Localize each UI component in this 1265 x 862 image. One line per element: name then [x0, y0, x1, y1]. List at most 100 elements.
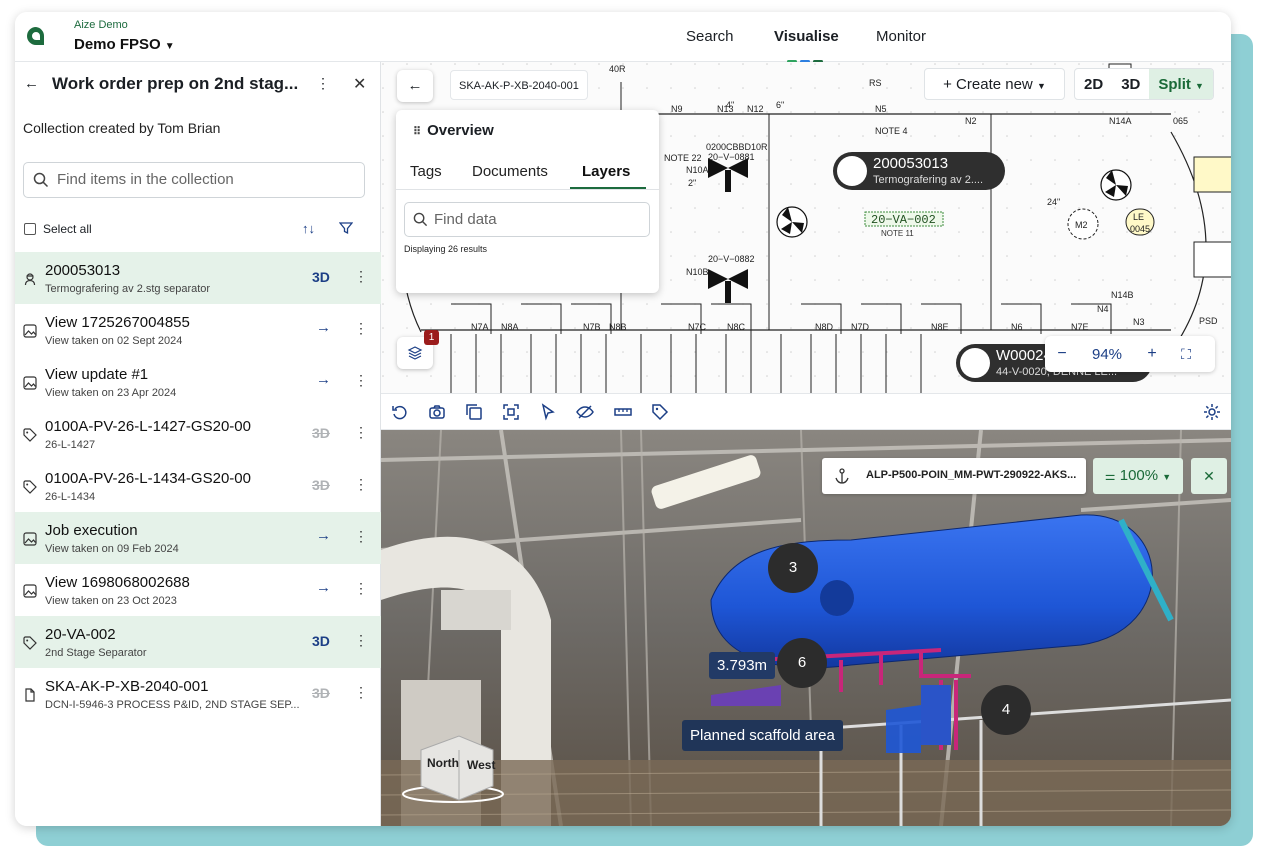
- item-more-icon[interactable]: ⋮: [354, 424, 368, 441]
- sort-icon[interactable]: ↑↓: [302, 221, 315, 236]
- item-title: 0100A-PV-26-L-1427-GS20-00: [45, 418, 251, 435]
- arrow-right-icon[interactable]: →: [316, 371, 331, 388]
- caret-down-icon: ▼: [1036, 81, 1046, 91]
- pid-label: 40R: [609, 64, 626, 74]
- list-item[interactable]: SKA-AK-P-XB-2040-001 DCN-I-5946-3 PROCES…: [15, 668, 381, 720]
- marker-6[interactable]: 6: [777, 638, 827, 688]
- list-item[interactable]: View update #1 View taken on 23 Apr 2024…: [15, 356, 381, 408]
- open-3d-button[interactable]: 3D: [312, 269, 330, 285]
- nav-monitor[interactable]: Monitor: [876, 28, 926, 45]
- pid-label: N14B: [1111, 290, 1134, 300]
- arrow-right-icon[interactable]: →: [316, 579, 331, 596]
- list-item[interactable]: 200053013 Termografering av 2.stg separa…: [15, 252, 381, 304]
- item-more-icon[interactable]: ⋮: [354, 684, 368, 701]
- hide-icon[interactable]: [576, 403, 594, 421]
- list-item[interactable]: 20-VA-002 2nd Stage Separator 3D ⋮: [15, 616, 381, 668]
- list-item[interactable]: 0100A-PV-26-L-1427-GS20-00 26-L-1427 3D …: [15, 408, 381, 460]
- compass-north-label: North: [427, 756, 459, 770]
- mode-2d-button[interactable]: 2D: [1075, 69, 1112, 99]
- select-icon[interactable]: [539, 403, 557, 421]
- close-icon[interactable]: ✕: [353, 74, 366, 94]
- list-item[interactable]: View 1725267004855 View taken on 02 Sept…: [15, 304, 381, 356]
- fit-to-screen-icon[interactable]: ⛶: [1169, 346, 1203, 363]
- mode-split-button[interactable]: Split ▼: [1149, 69, 1213, 99]
- item-more-icon[interactable]: ⋮: [354, 372, 368, 389]
- nav-search[interactable]: Search: [686, 28, 734, 45]
- arrow-right-icon[interactable]: →: [316, 319, 331, 336]
- project-name: Demo FPSO: [74, 36, 161, 53]
- tag-icon[interactable]: [651, 403, 669, 421]
- scene-zoom-dropdown[interactable]: ⚌ 100% ▼: [1093, 458, 1183, 494]
- image-icon: [23, 376, 37, 390]
- pid-viewer[interactable]: 20−VA−002 NOTE 11 N9 N13 N12 N5 N2 N14A …: [381, 62, 1231, 393]
- item-more-icon[interactable]: ⋮: [354, 320, 368, 337]
- select-all[interactable]: Select all: [24, 222, 92, 236]
- item-subtitle: View taken on 02 Sept 2024: [45, 335, 183, 347]
- data-search-input[interactable]: [434, 211, 634, 228]
- pid-label: LE: [1133, 212, 1144, 222]
- panorama-name: ALP-P500-POIN_MM-PWT-290922-AKS...: [866, 469, 1077, 481]
- pid-label: 20−V−0881: [708, 152, 755, 162]
- tab-layers[interactable]: Layers: [582, 163, 630, 180]
- sidebar-header: ← Work order prep on 2nd stag... ⋮ ✕: [15, 62, 381, 106]
- zoom-out-button[interactable]: −: [1045, 345, 1079, 363]
- item-more-icon[interactable]: ⋮: [354, 476, 368, 493]
- tab-documents[interactable]: Documents: [472, 163, 548, 180]
- search-icon: [413, 212, 428, 227]
- open-3d-button: 3D: [312, 685, 330, 701]
- measure-icon[interactable]: [614, 403, 632, 421]
- filter-icon[interactable]: [339, 221, 353, 235]
- item-more-icon[interactable]: ⋮: [354, 580, 368, 597]
- list-item[interactable]: Job execution View taken on 09 Feb 2024 …: [15, 512, 381, 564]
- 3d-viewer[interactable]: ALP-P500-POIN_MM-PWT-290922-AKS... ⚌ 100…: [381, 430, 1231, 826]
- arrow-right-icon[interactable]: →: [316, 527, 331, 544]
- work-order-pin[interactable]: 200053013 Termografering av 2....: [833, 152, 1005, 190]
- panorama-source[interactable]: ALP-P500-POIN_MM-PWT-290922-AKS...: [822, 458, 1086, 494]
- item-more-icon[interactable]: ⋮: [354, 528, 368, 545]
- select-all-checkbox[interactable]: [24, 223, 36, 235]
- reset-icon[interactable]: [391, 403, 409, 421]
- list-item[interactable]: View 1698068002688 View taken on 23 Oct …: [15, 564, 381, 616]
- tag-icon: [23, 428, 37, 442]
- pid-tag-label[interactable]: 20−VA−002: [871, 213, 936, 227]
- caret-down-icon: ▼: [1162, 472, 1172, 482]
- item-title: 0100A-PV-26-L-1434-GS20-00: [45, 470, 251, 487]
- list-item[interactable]: 0100A-PV-26-L-1434-GS20-00 26-L-1434 3D …: [15, 460, 381, 512]
- marker-4[interactable]: 4: [981, 685, 1031, 735]
- tab-tags[interactable]: Tags: [410, 163, 442, 180]
- data-search[interactable]: [404, 202, 650, 237]
- mode-3d-button[interactable]: 3D: [1112, 69, 1149, 99]
- org-name: Aize Demo: [74, 19, 128, 31]
- drag-handle-icon[interactable]: ⠿: [413, 126, 421, 138]
- collection-sidebar: ← Work order prep on 2nd stag... ⋮ ✕ Col…: [15, 62, 381, 826]
- focus-icon[interactable]: [502, 403, 520, 421]
- back-arrow-icon[interactable]: ←: [24, 75, 39, 92]
- zoom-in-button[interactable]: +: [1135, 345, 1169, 363]
- pid-label: N10B: [686, 267, 709, 277]
- item-more-icon[interactable]: ⋮: [354, 632, 368, 649]
- item-subtitle: 26-L-1434: [45, 491, 96, 503]
- item-more-icon[interactable]: ⋮: [354, 268, 368, 285]
- close-icon[interactable]: ✕: [1191, 458, 1227, 494]
- create-new-button[interactable]: + Create new ▼: [924, 68, 1065, 100]
- pid-label: N8A: [501, 322, 519, 332]
- nav-visualise[interactable]: Visualise: [774, 28, 839, 45]
- project-selector[interactable]: Demo FPSO ▼: [74, 36, 175, 53]
- image-icon: [23, 584, 37, 598]
- more-options-icon[interactable]: ⋮: [316, 75, 330, 92]
- search-icon: [33, 172, 49, 188]
- item-title: View 1698068002688: [45, 574, 190, 591]
- back-arrow-icon[interactable]: ←: [397, 70, 433, 102]
- layers-button[interactable]: 1: [397, 330, 439, 369]
- copy-view-icon[interactable]: [465, 403, 483, 421]
- open-3d-button: 3D: [312, 477, 330, 493]
- collection-search-input[interactable]: [57, 171, 347, 188]
- settings-gear-icon[interactable]: [1203, 403, 1221, 421]
- overview-title[interactable]: ⠿ Overview: [413, 122, 494, 139]
- create-new-label: + Create new: [943, 76, 1033, 93]
- camera-icon[interactable]: [428, 403, 446, 421]
- marker-3[interactable]: 3: [768, 543, 818, 593]
- collection-search[interactable]: [23, 162, 365, 198]
- open-3d-button[interactable]: 3D: [312, 633, 330, 649]
- open-3d-button: 3D: [312, 425, 330, 441]
